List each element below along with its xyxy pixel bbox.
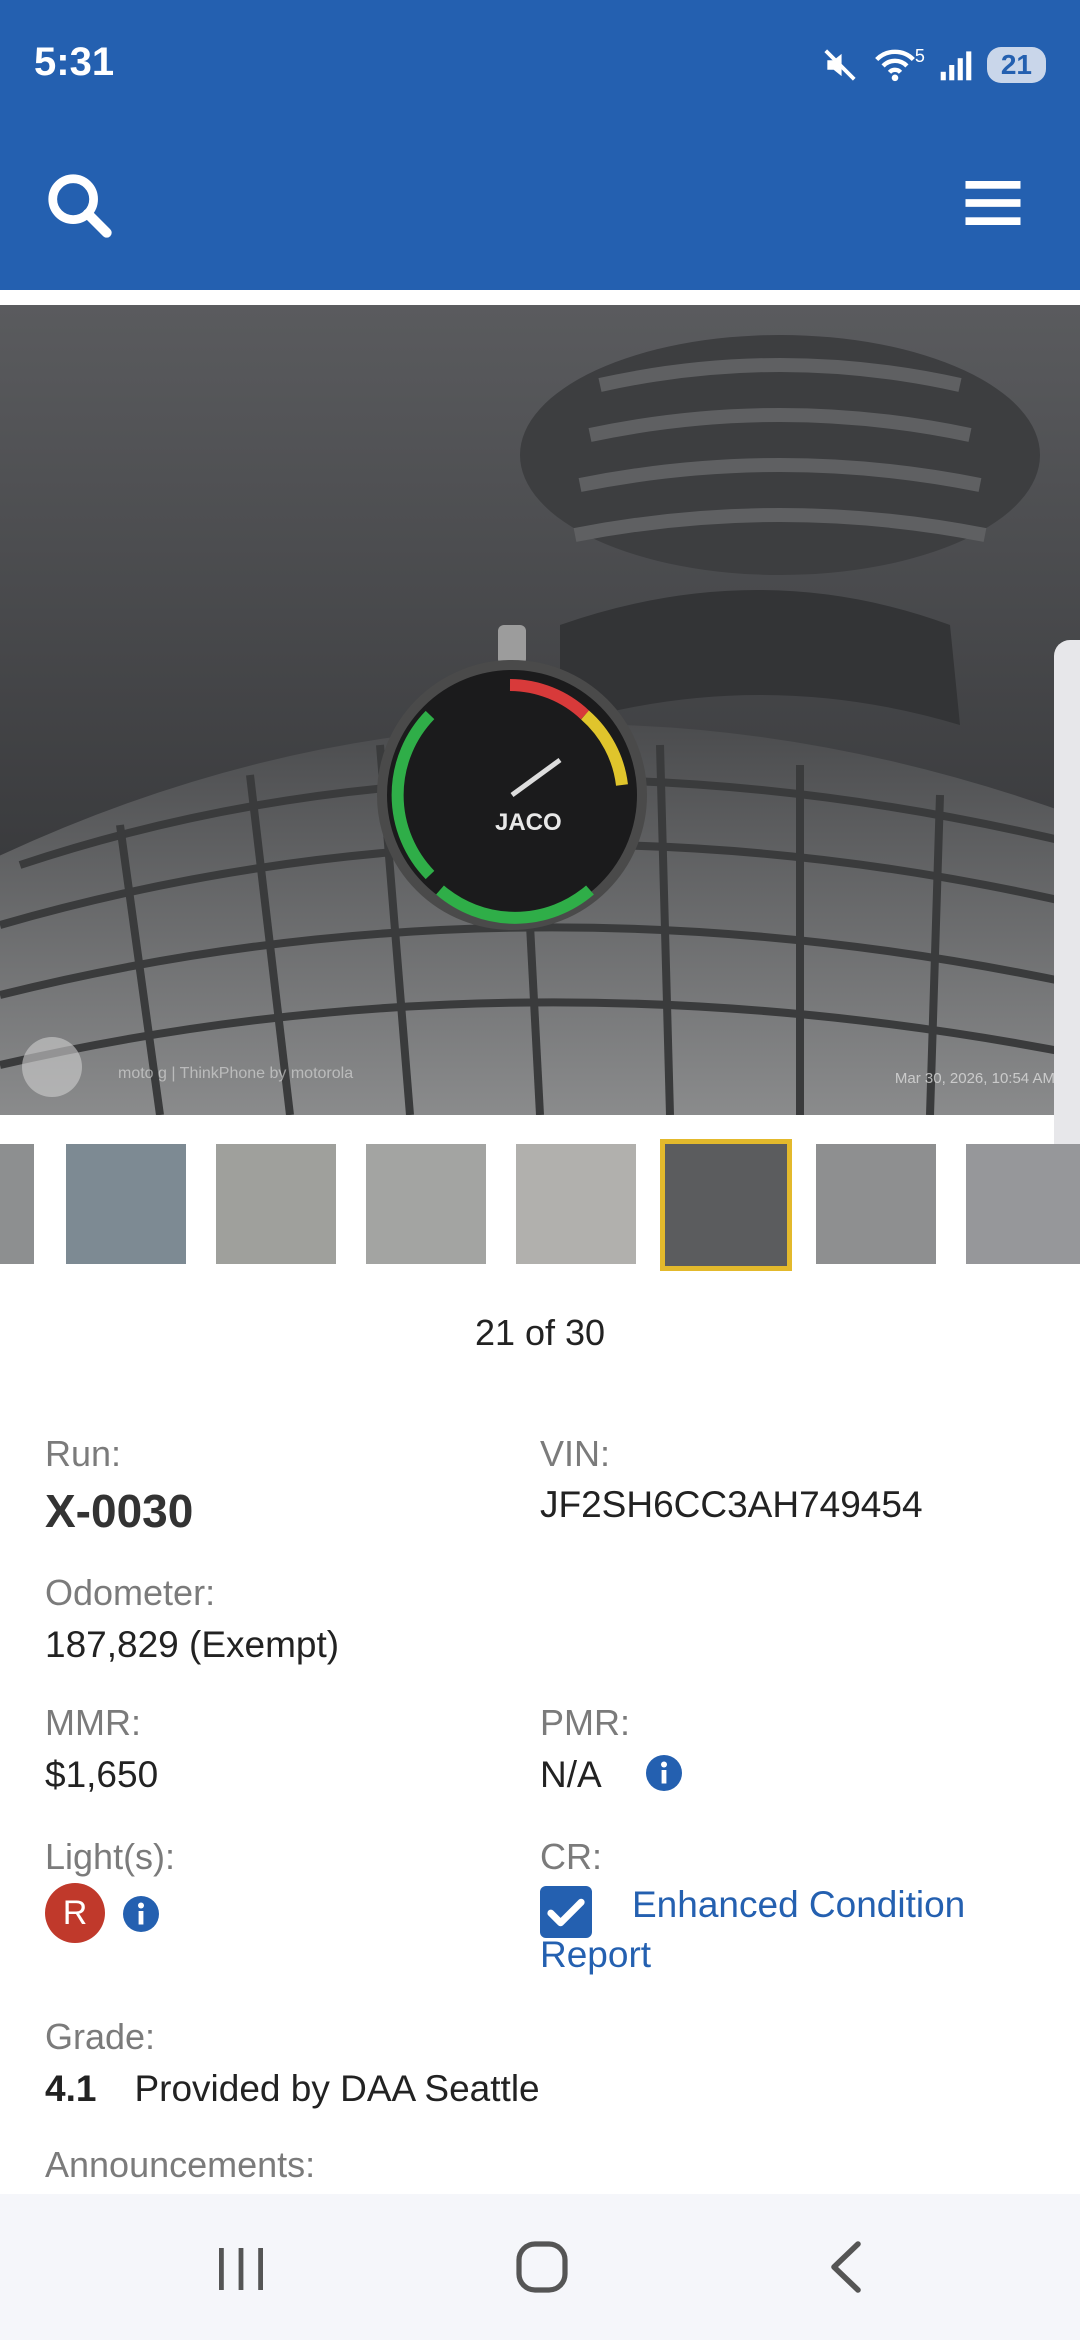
status-icons: 5 21 — [821, 40, 1046, 90]
back-icon[interactable] — [826, 2240, 866, 2294]
photo-watermark-right: Mar 30, 2026, 10:54 AM — [895, 1070, 1055, 1087]
odometer-value: 187,829 (Exempt) — [45, 1624, 340, 1665]
wifi-icon — [874, 49, 915, 82]
photo-thumbnail[interactable] — [0, 1144, 34, 1264]
search-icon — [48, 174, 112, 238]
signal-icon — [940, 51, 972, 81]
recent-apps-icon[interactable] — [215, 2244, 267, 2294]
photo-thumbnail-active[interactable] — [660, 1139, 792, 1271]
photo-thumbnail-strip[interactable] — [0, 1139, 1080, 1271]
search-button[interactable] — [44, 170, 124, 250]
mmr-value: $1,650 — [45, 1754, 159, 1795]
home-icon[interactable] — [515, 2240, 569, 2294]
mmr-label: MMR: — [45, 1702, 141, 1743]
status-bar: 5:31 5 21 — [0, 0, 1080, 130]
svg-text:JACO: JACO — [495, 809, 562, 836]
photo-thumbnail[interactable] — [366, 1144, 486, 1264]
enhanced-condition-report-link[interactable]: Enhanced Condition Report — [540, 1880, 1040, 1980]
pmr-info-icon[interactable] — [646, 1755, 682, 1791]
run-label: Run: — [45, 1433, 122, 1474]
photo-counter: 21 of 30 — [474, 1312, 606, 1353]
photo-watermark-left: moto g | ThinkPhone by motorola — [118, 1065, 353, 1082]
vin-value: JF2SH6CC3AH749454 — [540, 1484, 923, 1525]
light-red-badge: R — [45, 1883, 105, 1943]
tire-tread-photo: JACO moto g | ThinkPhone by motorola Mar… — [0, 305, 1080, 1115]
vehicle-photo[interactable]: JACO moto g | ThinkPhone by motorola Mar… — [0, 305, 1080, 1115]
odometer-label: Odometer: — [45, 1572, 216, 1613]
system-nav-bar — [0, 2194, 1080, 2340]
menu-button[interactable] — [960, 170, 1040, 250]
app-bar — [0, 130, 1080, 290]
lights-info-icon[interactable] — [123, 1896, 159, 1932]
photo-thumbnail[interactable] — [66, 1144, 186, 1264]
photo-thumbnail[interactable] — [966, 1144, 1080, 1264]
status-time: 5:31 — [34, 40, 115, 84]
photo-thumbnail[interactable] — [816, 1144, 936, 1264]
run-value: X-0030 — [45, 1485, 194, 1537]
hamburger-menu-icon — [965, 181, 1021, 225]
cr-label: CR: — [540, 1836, 602, 1877]
lights-label: Light(s): — [45, 1836, 176, 1877]
grade-label: Grade: — [45, 2016, 156, 2057]
pmr-value: N/A — [540, 1754, 602, 1795]
mute-icon — [824, 49, 856, 81]
vin-label: VIN: — [540, 1433, 611, 1474]
wifi-badge: 5 — [914, 45, 925, 66]
announcements-label: Announcements: — [45, 2144, 316, 2185]
grade-row: 4.1 Provided by DAA Seattle — [45, 2068, 540, 2110]
pmr-label: PMR: — [540, 1702, 630, 1743]
grade-provider: Provided by DAA Seattle — [134, 2068, 540, 2109]
photo-thumbnail[interactable] — [516, 1144, 636, 1264]
grade-value: 4.1 — [45, 2068, 97, 2109]
battery-indicator: 21 — [986, 47, 1046, 83]
photo-thumbnail[interactable] — [216, 1144, 336, 1264]
